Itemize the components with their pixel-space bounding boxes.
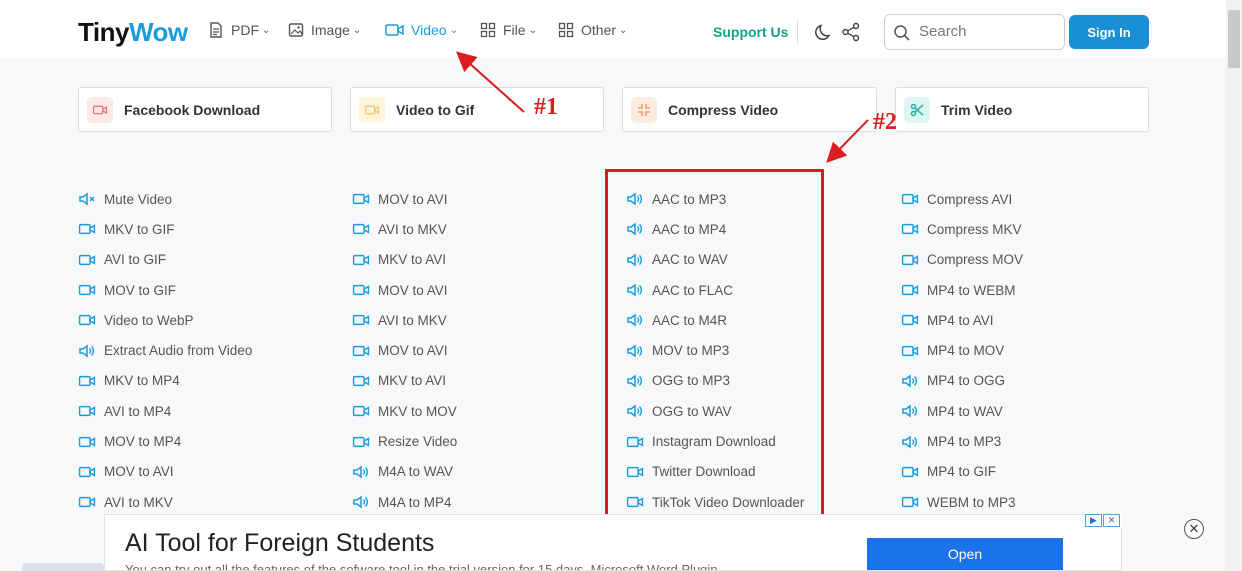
bottom-tab: [22, 563, 104, 571]
close-icon: ✕: [1103, 514, 1120, 527]
close-ad-icon[interactable]: ✕: [1184, 519, 1204, 539]
annotation-arrow-2: [826, 119, 869, 163]
annotation-label-2: #2: [873, 109, 897, 135]
ad-subtitle: You can try out all the features of the …: [125, 562, 718, 571]
ad-title: AI Tool for Foreign Students: [125, 529, 435, 557]
annotation-arrow-1: [456, 51, 525, 113]
annotation-arrows: [456, 51, 869, 163]
adchoices-badge[interactable]: ▶ ✕: [1084, 514, 1122, 528]
ad-open-button[interactable]: Open: [867, 538, 1063, 570]
adchoices-icon: ▶: [1085, 514, 1102, 527]
ad-banner[interactable]: AI Tool for Foreign Students You can try…: [104, 514, 1122, 571]
annotation-label-1: #1: [534, 94, 558, 120]
